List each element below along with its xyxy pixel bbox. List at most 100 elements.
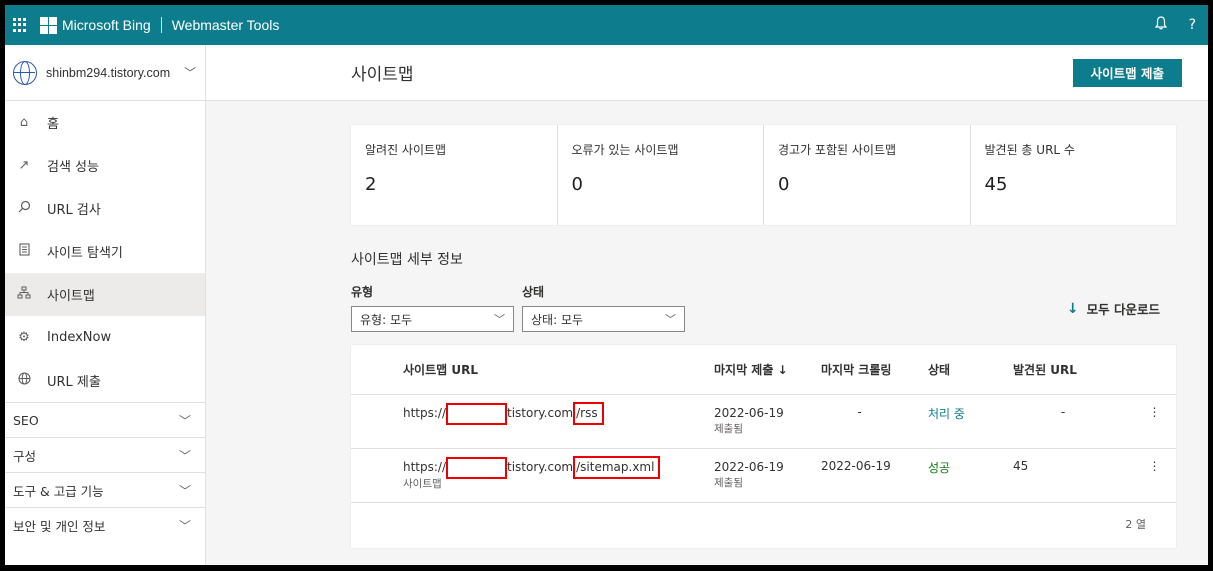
column-header-status[interactable]: 상태 — [928, 361, 1013, 378]
sidebar-item-label: URL 제출 — [47, 375, 101, 390]
filters: 유형 유형: 모두 ﹀ 상태 상태: 모두 ﹀ — [351, 283, 685, 332]
url-path: /rss — [576, 406, 598, 420]
chevron-down-icon: ﹀ — [178, 413, 191, 428]
section-title: 사이트맵 세부 정보 — [351, 252, 463, 268]
bell-icon[interactable] — [1154, 16, 1167, 34]
home-icon: ⌂ — [19, 115, 29, 130]
more-options-icon[interactable]: ⋮ — [1133, 459, 1176, 473]
type-dropdown-value: 유형: 모두 — [360, 312, 413, 327]
download-all-label: 모두 다운로드 — [1086, 302, 1160, 317]
found-urls-cell: 45 — [1013, 459, 1029, 473]
column-header-last-submitted[interactable]: 마지막 제출 ↓ — [714, 361, 821, 378]
document-icon — [15, 243, 33, 260]
stat-error-sitemaps: 오류가 있는 사이트맵 0 — [558, 125, 764, 225]
last-submitted-cell: 2022-06-19 제출됨 — [714, 405, 821, 436]
column-header-found-urls[interactable]: 발견된 URL — [1013, 361, 1133, 378]
stat-value: 45 — [984, 174, 1008, 195]
last-submitted-cell: 2022-06-19 제출됨 — [714, 459, 821, 490]
help-icon[interactable]: ? — [1189, 17, 1196, 33]
last-submitted-date: 2022-06-19 — [714, 460, 784, 474]
sidebar-item-site-explorer[interactable]: 사이트 탐색기 — [5, 230, 205, 273]
stat-label: 경고가 포함된 사이트맵 — [778, 143, 897, 157]
stat-value: 0 — [571, 174, 583, 195]
chevron-down-icon: ﹀ — [494, 313, 505, 326]
site-picker[interactable]: shinbm294.tistory.com ﹀ — [5, 45, 205, 101]
sidebar-item-label: IndexNow — [47, 330, 112, 345]
sitemap-table: 사이트맵 URL 마지막 제출 ↓ 마지막 크롤링 상태 발견된 URL htt… — [351, 345, 1176, 548]
stat-value: 0 — [778, 174, 790, 195]
sidebar-item-sitemaps[interactable]: 사이트맵 — [5, 273, 205, 316]
sidebar-item-label: URL 검사 — [47, 203, 101, 218]
sidebar-item-indexnow[interactable]: ⚙ IndexNow — [5, 316, 205, 359]
page-header: 사이트맵 사이트맵 제출 — [206, 45, 1208, 101]
redaction-box — [446, 456, 508, 479]
filter-status: 상태 상태: 모두 ﹀ — [522, 283, 685, 332]
status-dropdown-value: 상태: 모두 — [531, 312, 584, 327]
stat-value: 2 — [365, 174, 377, 195]
brand-separator — [160, 17, 162, 33]
main-content: 사이트맵 사이트맵 제출 알려진 사이트맵 2 오류가 있는 사이트맵 0 경고… — [206, 45, 1208, 565]
chevron-down-icon: ﹀ — [178, 483, 191, 498]
stat-total-urls: 발견된 총 URL 수 45 — [971, 125, 1177, 225]
page-title: 사이트맵 — [351, 65, 414, 85]
last-crawled-cell: - — [857, 405, 862, 419]
stat-label: 발견된 총 URL 수 — [984, 143, 1075, 157]
waffle-icon[interactable] — [13, 18, 27, 32]
microsoft-logo — [40, 16, 57, 34]
url-domain: tistory.com — [507, 406, 574, 420]
stat-label: 알려진 사이트맵 — [365, 143, 447, 157]
gear-icon: ⚙ — [18, 330, 30, 345]
url-path: /sitemap.xml — [576, 460, 655, 474]
sidebar-item-label: 사이트맵 — [47, 289, 95, 304]
url-path-highlight: /sitemap.xml — [573, 456, 661, 479]
submit-sitemap-button[interactable]: 사이트맵 제출 — [1072, 58, 1182, 87]
sidebar-group-configuration[interactable]: 구성 ﹀ — [5, 437, 205, 472]
chevron-down-icon: ﹀ — [665, 313, 676, 326]
type-dropdown[interactable]: 유형: 모두 ﹀ — [351, 306, 514, 332]
sitemap-url-cell[interactable]: https:// tistory.com/sitemap.xml 사이트맵 — [351, 456, 714, 493]
last-crawled-cell: 2022-06-19 — [821, 459, 891, 473]
filter-type-label: 유형 — [351, 285, 374, 299]
filter-status-label: 상태 — [522, 285, 545, 299]
chevron-down-icon: ﹀ — [178, 518, 191, 533]
sidebar-group-tools[interactable]: 도구 & 고급 기능 ﹀ — [5, 472, 205, 507]
submitted-note: 제출됨 — [714, 477, 743, 489]
sidebar-item-home[interactable]: ⌂ 홈 — [5, 101, 205, 144]
sidebar-group-seo[interactable]: SEO ﹀ — [5, 402, 205, 437]
search-icon — [15, 200, 33, 217]
chevron-down-icon: ﹀ — [184, 66, 197, 80]
more-options-icon[interactable]: ⋮ — [1133, 405, 1176, 419]
sidebar-item-search-performance[interactable]: ↗ 검색 성능 — [5, 144, 205, 187]
last-submitted-date: 2022-06-19 — [714, 406, 784, 420]
column-header-url[interactable]: 사이트맵 URL — [351, 361, 714, 378]
url-prefix: https:// — [403, 406, 447, 420]
column-header-last-crawled[interactable]: 마지막 크롤링 — [821, 361, 928, 378]
filter-type: 유형 유형: 모두 ﹀ — [351, 283, 514, 332]
sidebar-group-security[interactable]: 보안 및 개인 정보 ﹀ — [5, 507, 205, 542]
brand-name[interactable]: Microsoft Bing — [62, 17, 151, 33]
stat-known-sitemaps: 알려진 사이트맵 2 — [351, 125, 558, 225]
stat-warning-sitemaps: 경고가 포함된 사이트맵 0 — [764, 125, 971, 225]
stats-card: 알려진 사이트맵 2 오류가 있는 사이트맵 0 경고가 포함된 사이트맵 0 … — [351, 125, 1176, 225]
sidebar-item-submit-url[interactable]: URL 제출 — [5, 359, 205, 402]
url-domain: tistory.com — [507, 460, 574, 474]
sidebar-group-label: 도구 & 고급 기능 — [13, 483, 104, 499]
table-row[interactable]: https:// tistory.com/sitemap.xml 사이트맵 202… — [351, 449, 1176, 503]
row-count: 2 열 — [1125, 518, 1146, 531]
url-type: 사이트맵 — [403, 478, 442, 490]
found-urls-cell: - — [1060, 405, 1066, 419]
globe-icon — [13, 60, 37, 85]
top-bar: Microsoft Bing Webmaster Tools ? — [5, 5, 1208, 45]
table-row[interactable]: https:// tistory.com/rss 2022-06-19 제출됨 -… — [351, 395, 1176, 449]
sitemap-url-cell[interactable]: https:// tistory.com/rss — [351, 402, 714, 425]
stat-label: 오류가 있는 사이트맵 — [571, 143, 679, 157]
chevron-down-icon: ﹀ — [178, 448, 191, 463]
product-name[interactable]: Webmaster Tools — [172, 17, 280, 33]
sidebar-group-label: 보안 및 개인 정보 — [13, 518, 106, 534]
sidebar-group-label: 구성 — [13, 448, 37, 464]
trend-icon: ↗ — [18, 158, 30, 173]
status-dropdown[interactable]: 상태: 모두 ﹀ — [522, 306, 685, 332]
download-all-button[interactable]: ↓ 모두 다운로드 — [1067, 299, 1160, 318]
sidebar-item-url-inspection[interactable]: URL 검사 — [5, 187, 205, 230]
globe-icon — [15, 372, 33, 389]
